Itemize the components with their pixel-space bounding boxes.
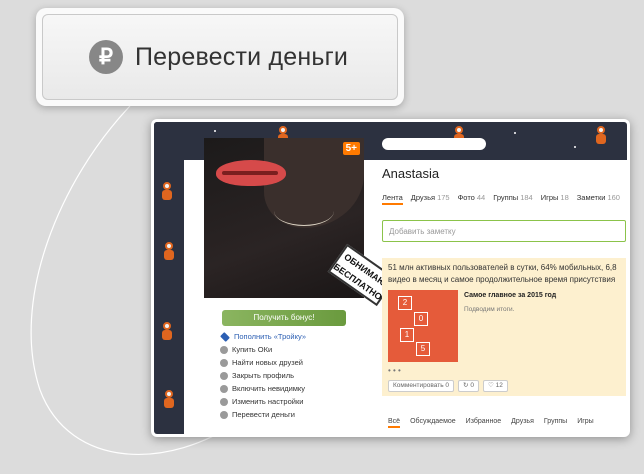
user-icon — [220, 358, 228, 367]
tab-notes[interactable]: Заметки 160 — [577, 193, 620, 205]
profile-name: Anastasia — [382, 166, 440, 181]
post-subtitle: Подводим итоги. — [464, 306, 515, 313]
post-image[interactable]: 2 0 1 5 — [388, 290, 458, 362]
astronaut-icon — [594, 126, 608, 146]
feed-tab-games[interactable]: Игры — [577, 418, 594, 428]
tab-friends[interactable]: Друзья 175 — [411, 193, 450, 205]
share-button[interactable]: ↻ 0 — [458, 380, 479, 392]
menu-item-transfer-money[interactable]: Перевести деньги — [220, 408, 306, 421]
feed-tab-favorites[interactable]: Избранное — [466, 418, 501, 428]
comment-button[interactable]: Комментировать 0 — [388, 380, 455, 392]
menu-item-label: Пополнить «Тройку» — [234, 332, 306, 341]
feed-tab-discussed[interactable]: Обсуждаемое — [410, 418, 456, 428]
coin-icon — [220, 345, 228, 354]
ruble-icon: ₽ — [89, 40, 123, 74]
menu-item-label: Закрыть профиль — [232, 371, 295, 380]
menu-item-label: Перевести деньги — [232, 410, 295, 419]
menu-item-label: Включить невидимку — [232, 384, 306, 393]
astronaut-icon — [160, 182, 174, 202]
tab-groups[interactable]: Группы 184 — [493, 193, 533, 205]
transfer-money-callout: ₽ Перевести деньги — [36, 8, 404, 106]
astronaut-icon — [162, 390, 176, 410]
astronaut-icon — [160, 322, 174, 342]
transfer-money-button[interactable]: ₽ Перевести деньги — [42, 14, 398, 100]
feed-tab-groups[interactable]: Группы — [544, 418, 567, 428]
menu-item-label: Изменить настройки — [232, 397, 304, 406]
menu-item-invisible[interactable]: Включить невидимку — [220, 382, 306, 395]
star-icon — [220, 331, 230, 342]
bonus-button[interactable]: Получить бонус! — [222, 310, 346, 326]
more-dots[interactable]: • • • — [388, 366, 401, 375]
gear-icon — [220, 397, 228, 406]
transfer-money-label: Перевести деньги — [135, 42, 349, 71]
profile-page: 5+ ОБНИМАЮ БЕСПЛАТНО Получить бонус! Поп… — [184, 138, 627, 434]
menu-item-find-friends[interactable]: Найти новых друзей — [220, 356, 306, 369]
menu-item-label: Купить ОКи — [232, 345, 273, 354]
feed-post: 51 млн активных пользователей в сутки, 6… — [382, 258, 626, 396]
menu-item-buy-ok[interactable]: Купить ОКи — [220, 343, 306, 356]
feed-filter-tabs: Всё Обсуждаемое Избранное Друзья Группы … — [388, 418, 604, 428]
tab-photos[interactable]: Фото 44 — [458, 193, 486, 205]
profile-tabs: Лента Друзья 175 Фото 44 Группы 184 Игры 18 … — [382, 193, 627, 205]
profile-menu: Пополнить «Тройку» Купить ОКи Найти новы… — [220, 330, 306, 421]
astronaut-icon — [162, 242, 176, 262]
feed-tab-all[interactable]: Всё — [388, 418, 401, 428]
tab-feed[interactable]: Лента — [382, 193, 403, 205]
menu-item-label: Найти новых друзей — [232, 358, 303, 367]
feed-tab-friends[interactable]: Друзья — [511, 418, 534, 428]
age-badge: 5+ — [342, 142, 360, 155]
post-title[interactable]: Самое главное за 2015 год — [464, 292, 556, 299]
tab-games[interactable]: Игры 18 — [541, 193, 569, 205]
space-background-left — [154, 122, 184, 434]
post-actions: Комментировать 0 ↻ 0 ♡ 12 — [388, 380, 512, 392]
ruble-icon — [220, 410, 228, 419]
menu-item-close-profile[interactable]: Закрыть профиль — [220, 369, 306, 382]
like-button[interactable]: ♡ 12 — [482, 380, 508, 392]
add-note-input[interactable]: Добавить заметку — [382, 220, 626, 242]
search-input[interactable] — [382, 138, 486, 150]
menu-item-settings[interactable]: Изменить настройки — [220, 395, 306, 408]
profile-screenshot: 5+ ОБНИМАЮ БЕСПЛАТНО Получить бонус! Поп… — [151, 119, 630, 437]
eye-icon — [220, 384, 228, 393]
menu-item-top-up-troika[interactable]: Пополнить «Тройку» — [220, 330, 306, 343]
post-text: 51 млн активных пользователей в сутки, 6… — [388, 263, 617, 284]
lock-icon — [220, 371, 228, 380]
